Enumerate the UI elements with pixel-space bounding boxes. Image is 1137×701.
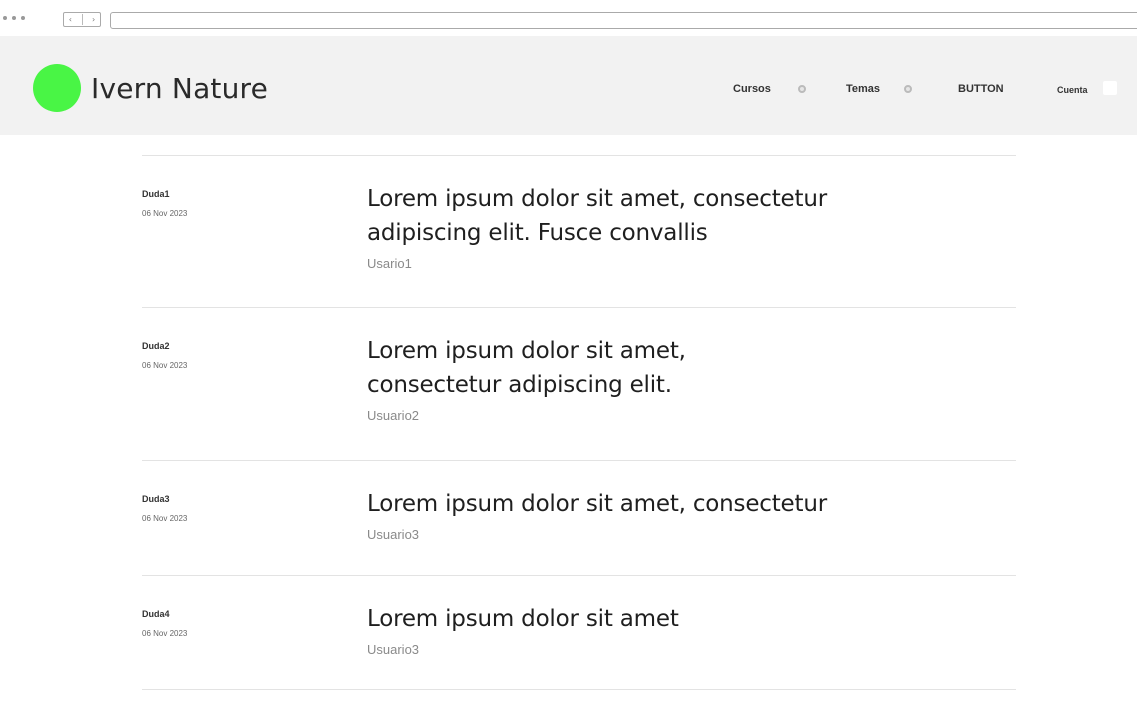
list-item[interactable]: Duda3 06 Nov 2023 Lorem ipsum dolor sit … bbox=[142, 460, 1016, 575]
browser-nav-arrows[interactable]: ‹ › bbox=[63, 12, 101, 27]
thread-tag: Duda3 bbox=[142, 494, 170, 504]
thread-date: 06 Nov 2023 bbox=[142, 514, 188, 523]
thread-author[interactable]: Usuario2 bbox=[367, 408, 927, 423]
list-item[interactable]: Duda2 06 Nov 2023 Lorem ipsum dolor sit … bbox=[142, 307, 1016, 460]
thread-meta: Duda1 06 Nov 2023 bbox=[142, 189, 187, 218]
thread-body: Lorem ipsum dolor sit amet, consectetur … bbox=[367, 182, 927, 271]
thread-body: Lorem ipsum dolor sit amet, consectetur … bbox=[367, 487, 927, 542]
thread-author[interactable]: Usuario3 bbox=[367, 527, 927, 542]
thread-body: Lorem ipsum dolor sit amet, consectetur … bbox=[367, 334, 927, 423]
thread-list: Duda1 06 Nov 2023 Lorem ipsum dolor sit … bbox=[142, 155, 1016, 690]
browser-chrome: ‹ › bbox=[0, 0, 1137, 36]
thread-title[interactable]: Lorem ipsum dolor sit amet bbox=[367, 602, 927, 636]
thread-tag: Duda4 bbox=[142, 609, 170, 619]
thread-date: 06 Nov 2023 bbox=[142, 209, 188, 218]
thread-title[interactable]: Lorem ipsum dolor sit amet, consectetur … bbox=[367, 334, 767, 402]
thread-title[interactable]: Lorem ipsum dolor sit amet, consectetur … bbox=[367, 182, 887, 250]
maximize-window-dot-icon[interactable] bbox=[21, 16, 25, 20]
thread-meta: Duda4 06 Nov 2023 bbox=[142, 609, 187, 638]
back-arrow-icon[interactable]: ‹ bbox=[69, 15, 72, 24]
thread-meta: Duda3 06 Nov 2023 bbox=[142, 494, 187, 523]
nav-button[interactable]: BUTTON bbox=[958, 83, 1004, 95]
thread-author[interactable]: Usuario3 bbox=[367, 642, 927, 657]
thread-meta: Duda2 06 Nov 2023 bbox=[142, 341, 187, 370]
thread-title[interactable]: Lorem ipsum dolor sit amet, consectetur bbox=[367, 487, 927, 521]
thread-body: Lorem ipsum dolor sit amet Usuario3 bbox=[367, 602, 927, 657]
list-item[interactable]: Duda1 06 Nov 2023 Lorem ipsum dolor sit … bbox=[142, 155, 1016, 307]
site-header: Ivern Nature Cursos Temas BUTTON Cuenta bbox=[0, 36, 1137, 135]
nav-temas[interactable]: Temas bbox=[846, 83, 880, 95]
divider bbox=[81, 14, 83, 25]
main-nav: Cursos Temas BUTTON Cuenta bbox=[0, 81, 1137, 97]
cursos-dropdown-icon[interactable] bbox=[798, 85, 806, 93]
thread-tag: Duda1 bbox=[142, 189, 170, 199]
list-item[interactable]: Duda4 06 Nov 2023 Lorem ipsum dolor sit … bbox=[142, 575, 1016, 690]
close-window-dot-icon[interactable] bbox=[3, 16, 7, 20]
account-avatar-icon[interactable] bbox=[1103, 81, 1117, 95]
nav-cursos[interactable]: Cursos bbox=[733, 83, 771, 95]
nav-cuenta[interactable]: Cuenta bbox=[1057, 85, 1088, 95]
thread-author[interactable]: Usario1 bbox=[367, 256, 927, 271]
window-controls[interactable] bbox=[3, 16, 25, 20]
thread-date: 06 Nov 2023 bbox=[142, 361, 188, 370]
temas-dropdown-icon[interactable] bbox=[904, 85, 912, 93]
minimize-window-dot-icon[interactable] bbox=[12, 16, 16, 20]
forward-arrow-icon[interactable]: › bbox=[92, 15, 95, 24]
thread-date: 06 Nov 2023 bbox=[142, 629, 188, 638]
thread-tag: Duda2 bbox=[142, 341, 170, 351]
address-bar[interactable] bbox=[110, 12, 1137, 29]
